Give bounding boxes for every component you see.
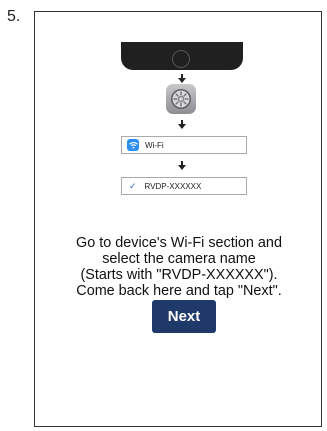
checkmark-icon: ✓ — [129, 180, 137, 191]
next-button[interactable]: Next — [152, 300, 216, 333]
phone-illustration — [121, 42, 243, 70]
camera-network-row: ✓ RVDP-XXXXXX — [121, 177, 247, 195]
instruction-line: select the camera name — [102, 251, 256, 267]
down-arrow-icon — [176, 120, 188, 130]
down-arrow-icon — [176, 161, 188, 171]
step-number: 5. — [7, 8, 21, 25]
instruction-screen: Wi-Fi ✓ RVDP-XXXXXX Go to device's Wi-Fi… — [34, 11, 322, 427]
phone-home-button — [172, 50, 190, 68]
wifi-label: Wi-Fi — [145, 140, 164, 150]
instruction-text: Go to device's Wi-Fi section and select … — [35, 235, 323, 299]
camera-network-label: RVDP-XXXXXX — [144, 181, 202, 191]
down-arrow-icon — [176, 74, 188, 84]
instruction-line: Go to device's Wi-Fi section and — [76, 235, 282, 251]
settings-gear-icon — [166, 84, 196, 114]
instruction-line: (Starts with "RVDP-XXXXXX"). — [80, 267, 278, 283]
instruction-line: Come back here and tap "Next". — [76, 283, 282, 299]
wifi-settings-row: Wi-Fi — [121, 136, 247, 154]
wifi-icon — [127, 139, 139, 151]
